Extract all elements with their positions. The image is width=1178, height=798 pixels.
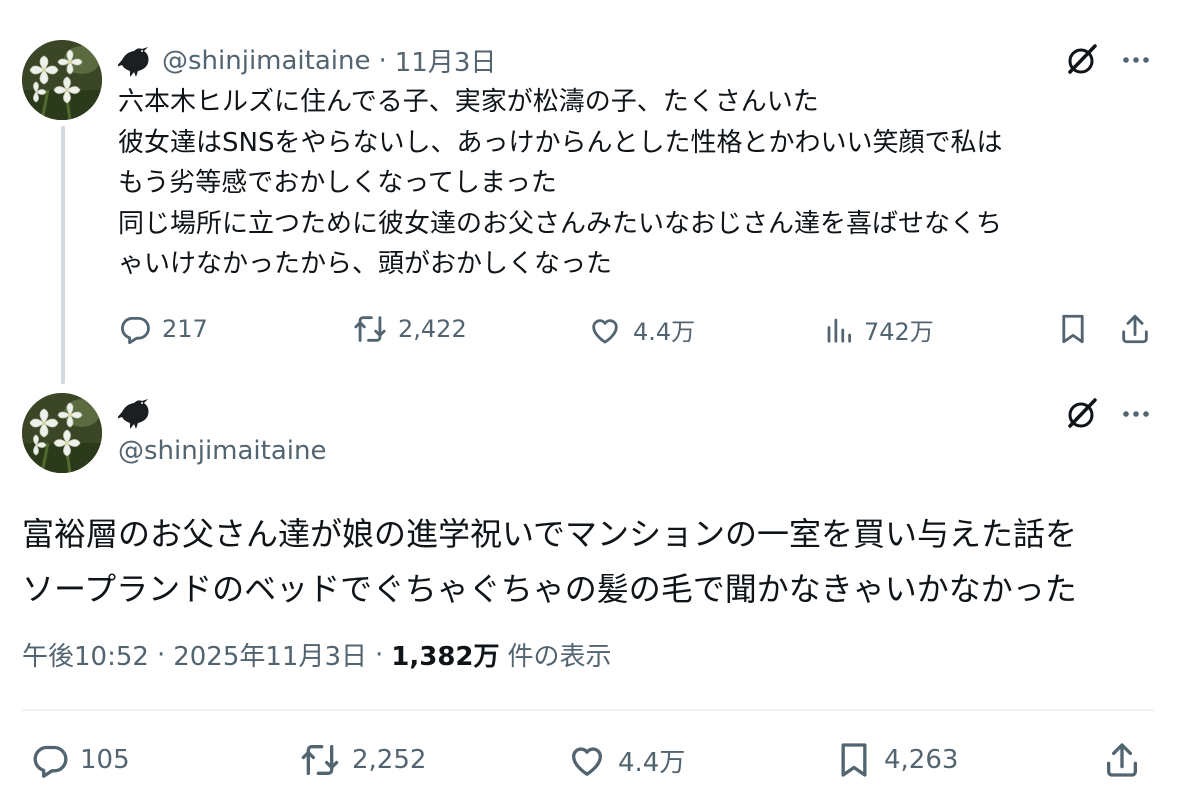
like-count: 4.4万 [633,318,696,346]
repost-count: 2,422 [398,315,467,343]
text-line: ゃいけなかったから、頭がおかしくなった [118,249,613,279]
grok-icon[interactable] [1064,42,1100,78]
tweet-date[interactable]: 11月3日 [395,42,497,79]
views-total[interactable]: 1,382万 [391,636,499,673]
share-icon [1102,740,1142,780]
heart-icon [566,740,608,780]
repost-count: 2,252 [352,745,427,775]
reply-icon [30,740,70,780]
more-icon[interactable] [1118,42,1154,78]
reply-count: 217 [162,315,208,343]
share-button[interactable] [1102,740,1142,780]
tweet-meta: 午後10:52 · 2025年11月3日 · 1,382万 件の表示 [22,636,612,673]
separator: · [156,639,166,670]
thread-line [61,126,65,384]
views-button[interactable]: 742万 [824,312,934,347]
like-count: 4.4万 [618,747,686,778]
text-line: 富裕層のお父さん達が娘の進学祝いでマンションの一室を買い与えた話を [22,515,1078,553]
repost-icon [298,740,342,780]
reply-tweet-text: 六本木ヒルズに住んでる子、実家が松濤の子、たくさんいた 彼女達はSNSをやらない… [118,82,1002,285]
reply-button[interactable]: 217 [118,312,208,346]
crow-icon [118,396,156,430]
heart-icon [587,313,623,347]
divider [22,709,1154,711]
user-handle[interactable]: @shinjimaitaine [162,46,370,76]
views-label: 件の表示 [507,642,612,672]
bookmark-icon [834,740,874,780]
separator: · [375,639,384,670]
crow-icon [118,44,156,78]
views-count: 742万 [864,318,934,346]
main-tweet-handle-row: @shinjimaitaine [118,436,326,466]
grok-icon[interactable] [1064,396,1100,432]
text-line: 彼女達はSNSをやらないし、あっけからんとした性格とかわいい笑顔で私は [118,127,1003,158]
text-line: もう劣等感でおかしくなってしまった [118,168,557,198]
repost-button[interactable]: 2,252 [298,740,426,780]
text-line: 六本木ヒルズに住んでる子、実家が松濤の子、たくさんいた [118,87,819,117]
reply-tweet-header: @shinjimaitaine · 11月3日 [118,42,496,79]
share-button[interactable] [1118,312,1152,346]
tweet-date[interactable]: 2025年11月3日 [173,636,367,673]
reply-count: 105 [80,745,130,775]
text-line: ソープランドのベッドでぐちゃぐちゃの髪の毛で聞かなきゃいかなかった [22,570,1077,608]
bookmark-icon [1056,312,1090,346]
bookmark-button[interactable] [1056,312,1090,346]
like-button[interactable]: 4.4万 [587,312,695,347]
repost-button[interactable]: 2,422 [352,312,467,346]
reply-icon [118,312,152,346]
user-handle[interactable]: @shinjimaitaine [118,436,326,466]
tweet-time[interactable]: 午後10:52 [22,636,149,673]
main-tweet-header [118,396,156,430]
text-line: 同じ場所に立つために彼女達のお父さんみたいなおじさん達を喜ばせなくち [118,208,1003,239]
more-icon[interactable] [1118,396,1154,432]
avatar[interactable] [22,393,102,473]
reply-button[interactable]: 105 [30,740,130,780]
bookmark-button[interactable]: 4,263 [834,740,958,780]
separator: · [378,45,387,76]
bookmark-count: 4,263 [884,745,959,775]
views-icon [824,313,854,347]
repost-icon [352,312,388,346]
like-button[interactable]: 4.4万 [566,740,685,780]
main-tweet-text: 富裕層のお父さん達が娘の進学祝いでマンションの一室を買い与えた話を ソープランド… [22,507,1077,617]
avatar[interactable] [22,40,102,120]
share-icon [1118,312,1152,346]
